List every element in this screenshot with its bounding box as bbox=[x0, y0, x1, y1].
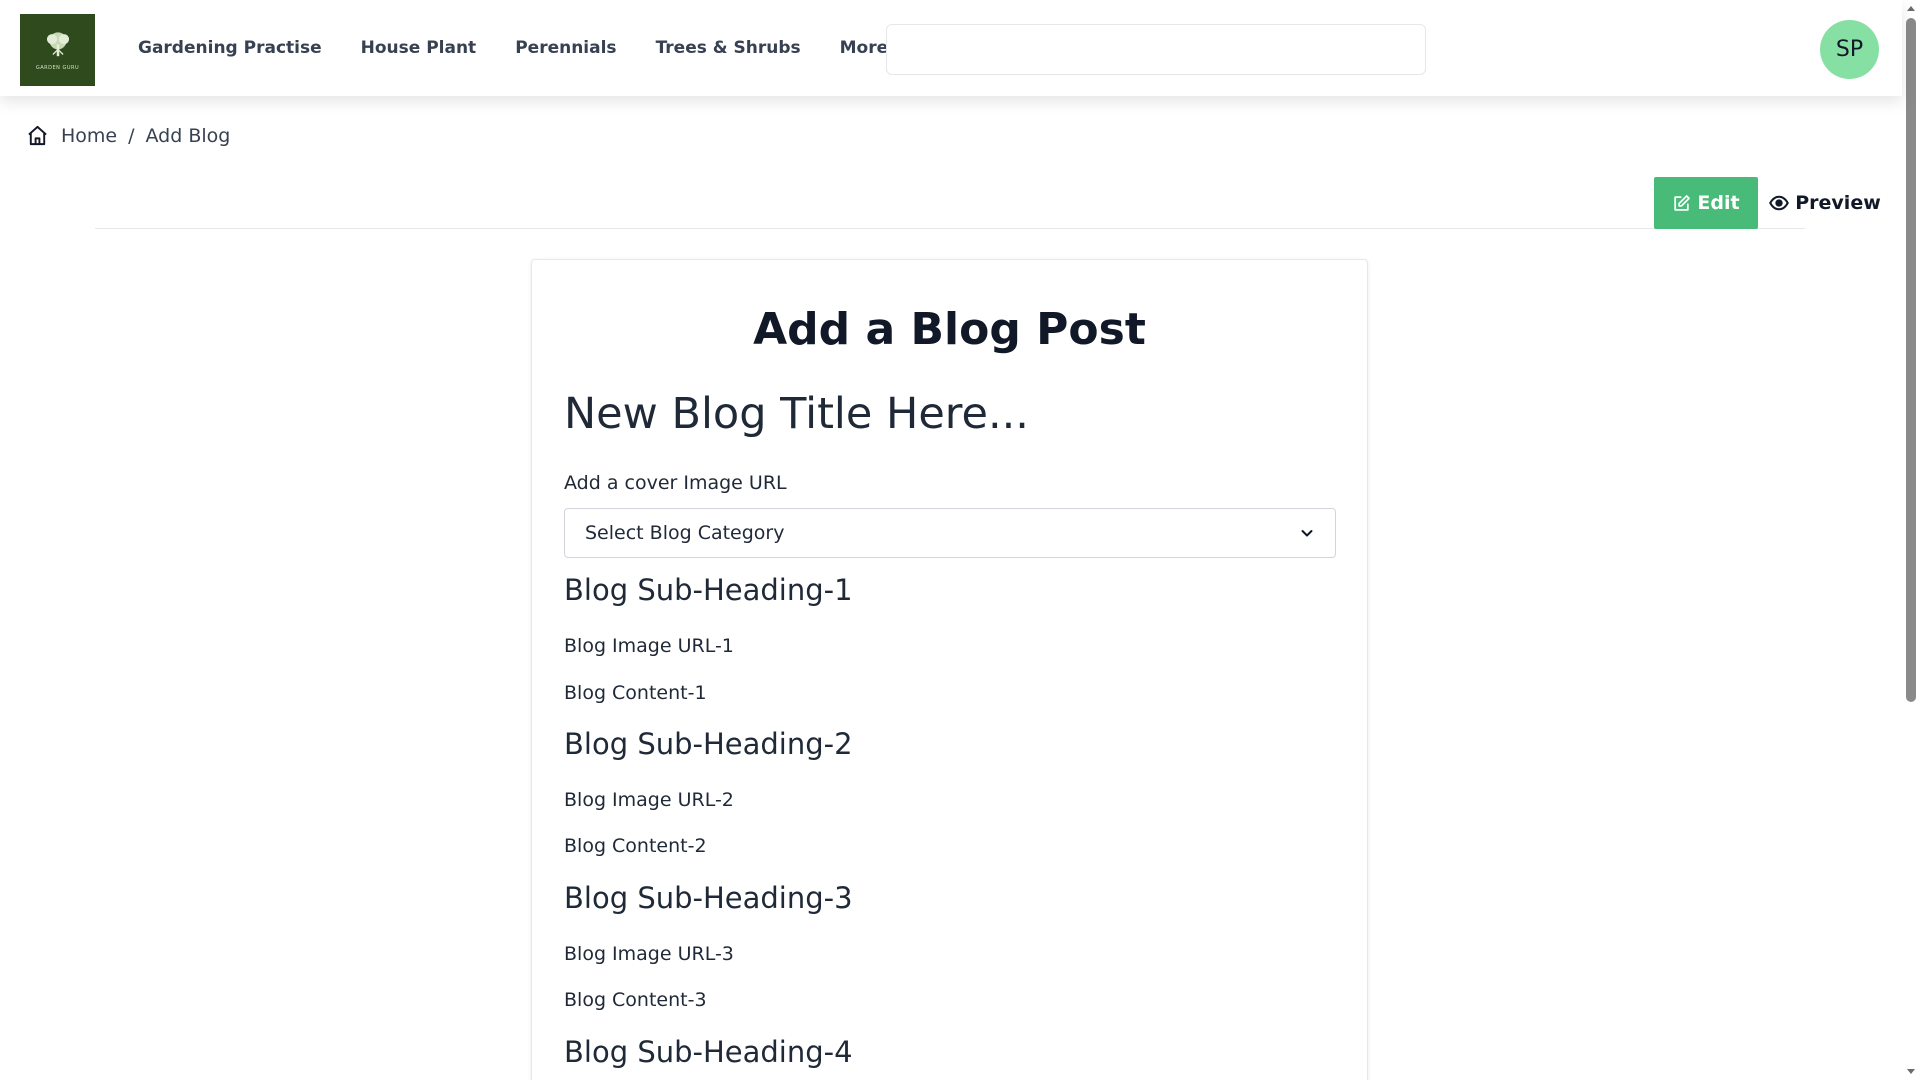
nav-house-plant[interactable]: House Plant bbox=[361, 38, 477, 58]
edit-icon bbox=[1674, 194, 1691, 211]
page-scrollbar[interactable] bbox=[1902, 0, 1920, 1080]
sub-heading-input-2[interactable]: Blog Sub-Heading-2 bbox=[564, 727, 853, 761]
sub-heading-input-4[interactable]: Blog Sub-Heading-4 bbox=[564, 1035, 853, 1069]
top-navbar: GARDEN GURU Gardening Practise House Pla… bbox=[0, 0, 1902, 96]
breadcrumb-separator: / bbox=[128, 124, 135, 147]
user-avatar[interactable]: SP bbox=[1820, 20, 1879, 79]
image-url-input-2[interactable]: Blog Image URL-2 bbox=[564, 789, 734, 811]
category-select-value: Select Blog Category bbox=[585, 522, 785, 544]
blog-title-input[interactable]: New Blog Title Here... bbox=[564, 389, 1029, 439]
nav-gardening-practise[interactable]: Gardening Practise bbox=[138, 38, 322, 58]
blog-category-select[interactable]: Select Blog Category bbox=[564, 508, 1336, 558]
breadcrumb-current: Add Blog bbox=[145, 124, 231, 147]
add-blog-card: Add a Blog Post New Blog Title Here... A… bbox=[531, 259, 1368, 1080]
sub-heading-input-3[interactable]: Blog Sub-Heading-3 bbox=[564, 881, 853, 915]
nav-trees-shrubs[interactable]: Trees & Shrubs bbox=[656, 38, 801, 58]
content-input-2[interactable]: Blog Content-2 bbox=[564, 835, 707, 857]
content-input-3[interactable]: Blog Content-3 bbox=[564, 989, 707, 1011]
tree-logo-icon bbox=[46, 32, 69, 57]
chevron-down-icon bbox=[1301, 530, 1313, 537]
editor-mode-bar: Edit Preview bbox=[95, 176, 1881, 229]
edit-button-label: Edit bbox=[1697, 192, 1740, 214]
nav-perennials[interactable]: Perennials bbox=[515, 38, 616, 58]
logo-text: GARDEN GURU bbox=[35, 65, 80, 71]
image-url-input-3[interactable]: Blog Image URL-3 bbox=[564, 943, 734, 965]
site-logo[interactable]: GARDEN GURU bbox=[20, 14, 95, 86]
main-nav: Gardening Practise House Plant Perennial… bbox=[138, 0, 954, 96]
page-title: Add a Blog Post bbox=[753, 304, 1146, 355]
scroll-up-arrow-icon[interactable] bbox=[1907, 6, 1915, 11]
search-input[interactable] bbox=[886, 24, 1426, 75]
preview-button-label: Preview bbox=[1795, 192, 1881, 214]
breadcrumb: Home / Add Blog bbox=[26, 124, 230, 147]
preview-button[interactable]: Preview bbox=[1765, 177, 1885, 229]
sub-heading-input-1[interactable]: Blog Sub-Heading-1 bbox=[564, 573, 853, 607]
eye-icon bbox=[1769, 195, 1790, 211]
content-input-1[interactable]: Blog Content-1 bbox=[564, 682, 707, 704]
image-url-input-1[interactable]: Blog Image URL-1 bbox=[564, 635, 734, 657]
breadcrumb-home-link[interactable]: Home bbox=[61, 125, 117, 147]
scrollbar-thumb[interactable] bbox=[1906, 18, 1916, 702]
cover-image-url-input[interactable]: Add a cover Image URL bbox=[564, 472, 787, 494]
scroll-down-arrow-icon[interactable] bbox=[1907, 1069, 1915, 1074]
edit-button[interactable]: Edit bbox=[1654, 177, 1758, 229]
home-icon[interactable] bbox=[26, 124, 49, 147]
